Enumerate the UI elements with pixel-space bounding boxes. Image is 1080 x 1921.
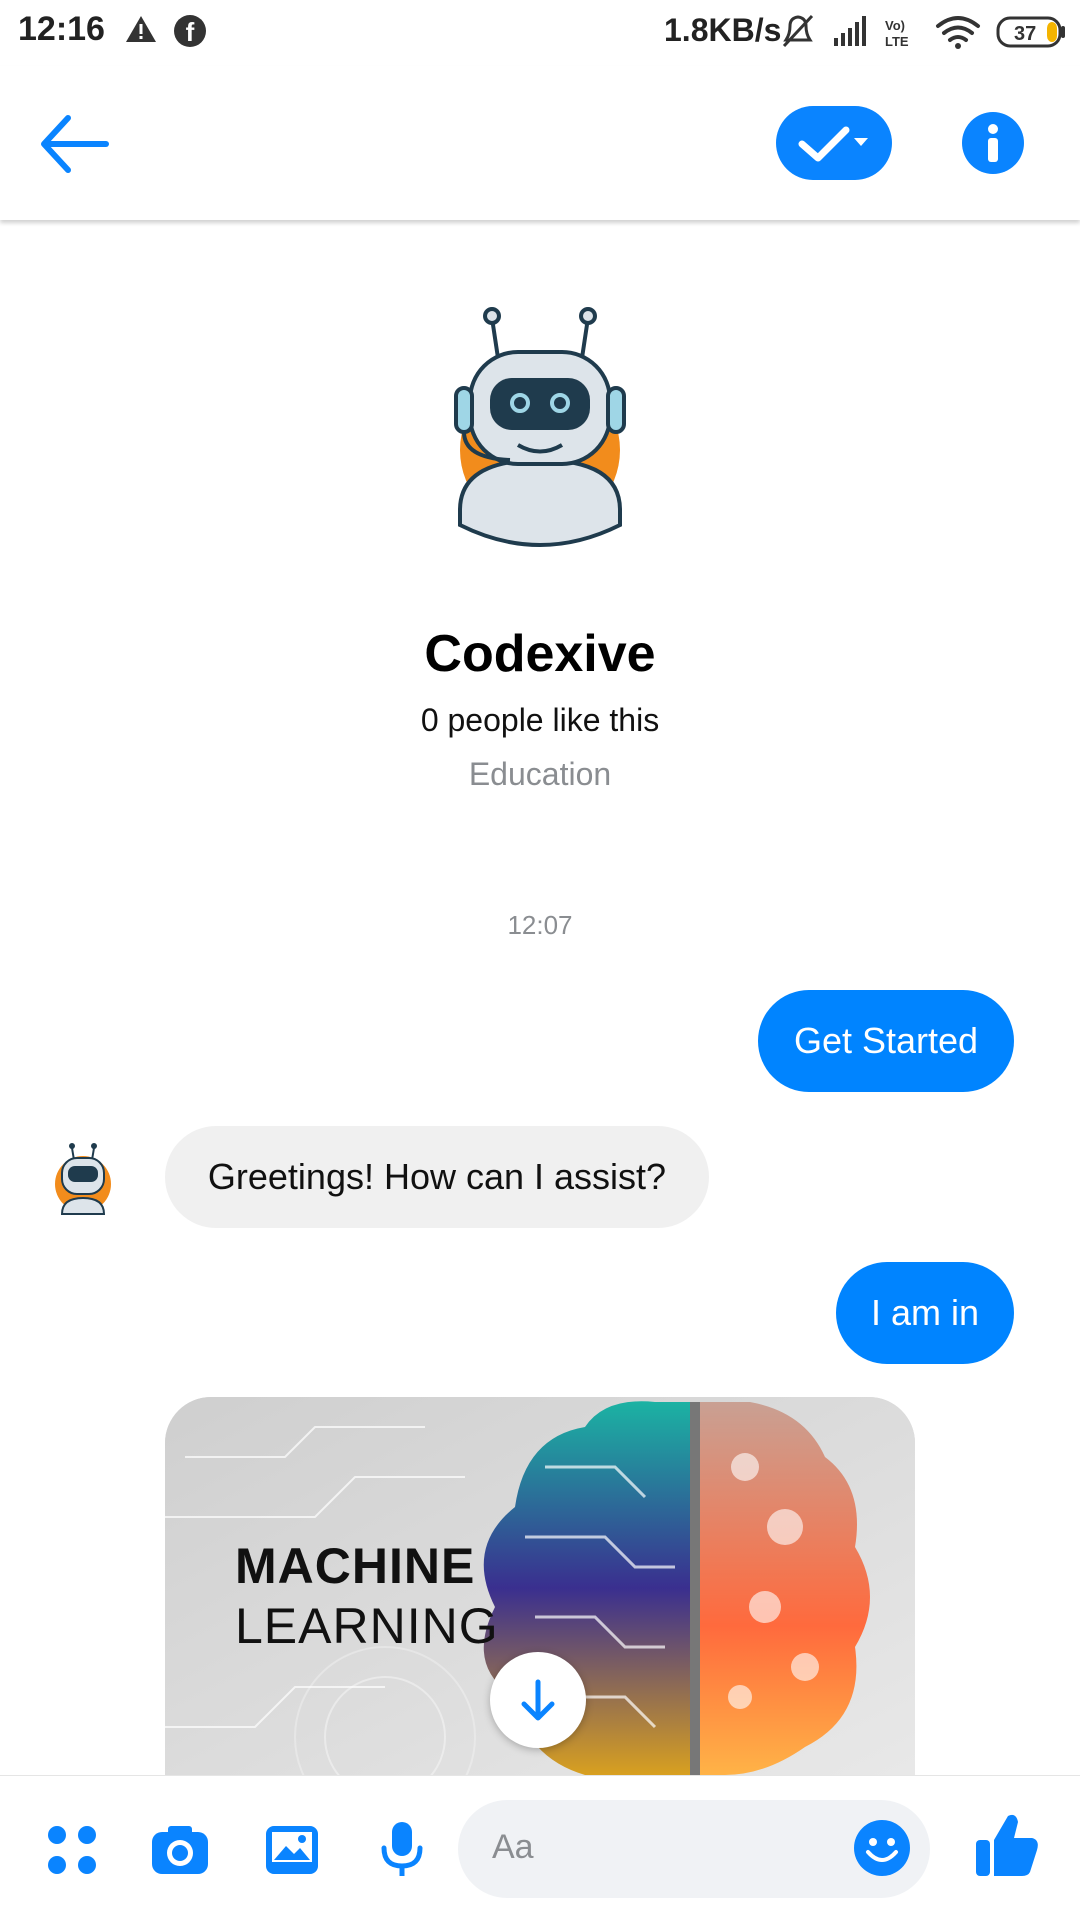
status-icons: Vo) LTE 37: [782, 14, 1065, 49]
network-speed: 1.8KB/s: [664, 12, 782, 48]
check-icon: [798, 126, 868, 162]
message-input-placeholder: Aa: [492, 1828, 534, 1866]
camera-icon[interactable]: [150, 1820, 210, 1880]
svg-text:LTE: LTE: [885, 34, 909, 49]
bell-off-icon: [782, 14, 814, 48]
svg-text:37: 37: [1014, 23, 1036, 45]
card-title-line2: LEARNING: [235, 1598, 499, 1654]
message-bubble-outgoing[interactable]: Get Started: [758, 990, 1014, 1092]
signal-icon: [834, 16, 866, 46]
likes-count: 0 people like this: [420, 702, 660, 738]
emoji-icon[interactable]: [852, 1818, 912, 1878]
page-title: Codexive: [424, 625, 656, 683]
message-bubble-incoming[interactable]: Greetings! How can I assist?: [165, 1126, 709, 1228]
facebook-icon: f: [174, 15, 206, 47]
app-bar: [0, 66, 1080, 220]
bot-avatar-large[interactable]: [420, 300, 660, 560]
thumbs-up-icon[interactable]: [974, 1810, 1040, 1880]
warning-icon: [126, 16, 156, 42]
arrow-down-icon: [521, 1679, 555, 1721]
check-dropdown-button[interactable]: [776, 106, 892, 180]
card-title-line1: MACHINE: [235, 1538, 476, 1594]
scroll-to-bottom-button[interactable]: [490, 1652, 586, 1748]
message-bubble-outgoing[interactable]: I am in: [836, 1262, 1014, 1364]
page-category: Education: [468, 756, 612, 792]
bot-avatar-small[interactable]: [48, 1140, 118, 1216]
svg-text:Vo): Vo): [885, 18, 905, 33]
gallery-icon[interactable]: [262, 1820, 322, 1880]
status-time: 12:16: [18, 10, 105, 48]
info-button[interactable]: [962, 112, 1024, 174]
wifi-icon: [936, 16, 980, 42]
apps-icon[interactable]: [42, 1820, 102, 1880]
back-arrow-icon[interactable]: [38, 112, 118, 176]
info-icon: [988, 124, 998, 162]
battery-icon: 37: [996, 16, 1065, 48]
mic-icon[interactable]: [372, 1820, 432, 1880]
message-timestamp: 12:07: [507, 910, 573, 940]
